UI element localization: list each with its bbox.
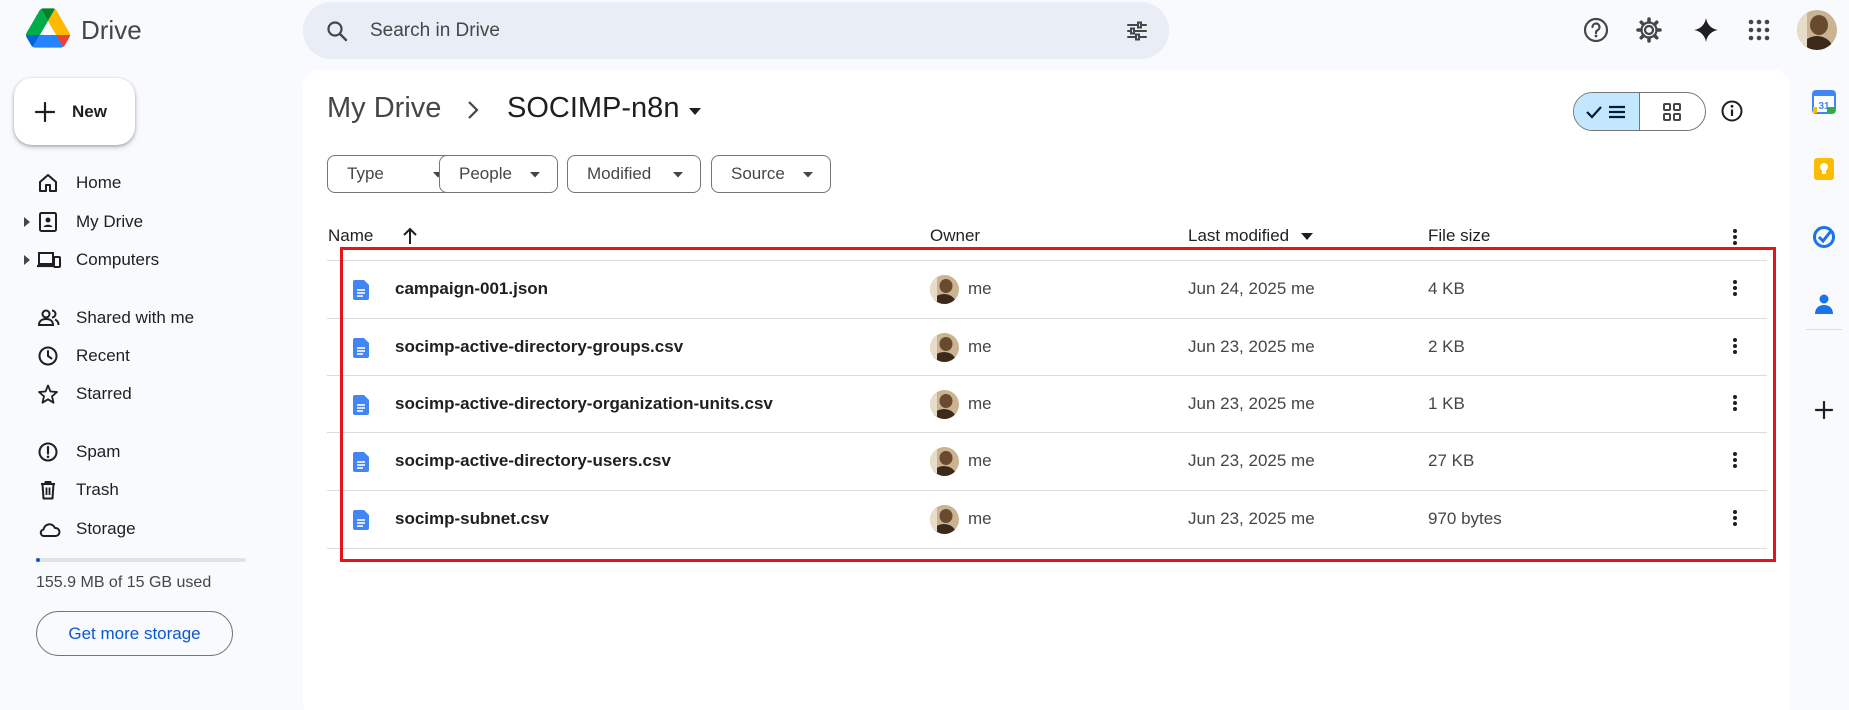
sidebar-item-label: Computers: [76, 250, 160, 269]
help-icon[interactable]: [1578, 12, 1614, 48]
contacts-icon[interactable]: [1812, 292, 1836, 316]
filter-source-chip[interactable]: Source: [711, 155, 831, 193]
search-bar[interactable]: [303, 2, 1169, 59]
sidebar-item-label: My Drive: [76, 212, 144, 231]
breadcrumb-current-folder[interactable]: SOCIMP-n8n: [507, 92, 679, 125]
chip-label: People: [459, 164, 512, 183]
sidebar-item-label: Home: [76, 173, 122, 192]
computers-icon: [37, 249, 61, 271]
storage-usage-text: 155.9 MB of 15 GB used: [36, 574, 212, 591]
column-header-owner[interactable]: Owner: [930, 226, 980, 246]
highlight-box: [340, 247, 1776, 562]
sidebar-item-computers[interactable]: Computers: [0, 242, 290, 278]
get-more-storage-button[interactable]: Get more storage: [36, 611, 233, 656]
tasks-icon[interactable]: [1812, 225, 1836, 249]
grid-icon: [1662, 102, 1682, 122]
settings-gear-icon[interactable]: [1631, 12, 1667, 48]
folder-menu-caret-icon[interactable]: [688, 108, 702, 116]
keep-icon[interactable]: [1812, 157, 1836, 181]
filter-modified-chip[interactable]: Modified: [567, 155, 701, 193]
grid-view-button[interactable]: [1640, 93, 1706, 130]
chip-label: Modified: [587, 164, 652, 183]
filter-people-chip[interactable]: People: [439, 155, 558, 193]
sidebar-item-label: Spam: [76, 442, 121, 461]
gemini-sparkle-icon[interactable]: [1688, 12, 1724, 48]
star-icon: [37, 383, 59, 405]
drive-logo-icon[interactable]: [26, 8, 70, 52]
search-options-icon[interactable]: [1125, 19, 1149, 43]
spam-icon: [37, 441, 59, 463]
home-icon: [37, 172, 59, 194]
storage-usage-fill: [36, 558, 41, 562]
sidebar-item-label: Recent: [76, 346, 130, 365]
account-avatar[interactable]: [1797, 10, 1837, 50]
sidebar-item-label: Trash: [76, 480, 119, 499]
side-panel-divider: [1806, 329, 1842, 330]
sidebar-item-recent[interactable]: Recent: [0, 338, 290, 374]
column-header-name[interactable]: Name: [328, 226, 373, 246]
sidebar-item-starred[interactable]: Starred: [0, 376, 290, 412]
apps-grid-icon[interactable]: [1741, 12, 1777, 48]
sidebar-item-trash[interactable]: Trash: [0, 472, 290, 508]
list-icon: [1607, 104, 1627, 120]
view-toggle[interactable]: [1573, 92, 1706, 131]
column-header-file-size[interactable]: File size: [1428, 226, 1490, 246]
storage-usage-bar: [36, 558, 246, 562]
sidebar-item-shared[interactable]: Shared with me: [0, 300, 290, 336]
new-button[interactable]: New: [14, 78, 135, 145]
dropdown-caret-icon: [673, 172, 683, 178]
sort-caret-down-icon[interactable]: [1301, 233, 1313, 241]
search-icon[interactable]: [325, 19, 349, 43]
expand-caret-icon[interactable]: [24, 217, 30, 227]
dropdown-caret-icon: [530, 172, 540, 178]
sidebar-item-storage[interactable]: Storage: [0, 511, 290, 547]
plus-icon: [34, 101, 56, 123]
breadcrumb-my-drive[interactable]: My Drive: [327, 92, 441, 125]
chip-label: Source: [731, 164, 785, 183]
column-options-more-icon[interactable]: [1731, 227, 1739, 247]
sort-arrow-up-icon[interactable]: [401, 226, 419, 246]
check-icon: [1585, 104, 1603, 120]
chip-label: Type: [347, 164, 384, 183]
add-addon-plus-icon[interactable]: [1812, 398, 1836, 422]
calendar-icon[interactable]: 31: [1812, 90, 1836, 114]
list-view-button[interactable]: [1574, 93, 1640, 130]
new-button-label: New: [72, 101, 107, 121]
expand-caret-icon[interactable]: [24, 255, 30, 265]
dropdown-caret-icon: [803, 172, 813, 178]
column-header-last-modified[interactable]: Last modified: [1188, 226, 1289, 246]
sidebar-item-label: Starred: [76, 384, 132, 403]
sidebar-item-home[interactable]: Home: [0, 165, 290, 201]
sidebar-item-my-drive[interactable]: My Drive: [0, 204, 290, 240]
details-info-icon[interactable]: [1720, 99, 1744, 123]
cloud-icon: [37, 518, 61, 540]
sidebar-item-label: Shared with me: [76, 308, 195, 327]
my-drive-icon: [37, 211, 59, 233]
chevron-right-icon: [466, 98, 480, 122]
app-name: Drive: [81, 15, 142, 45]
trash-icon: [37, 479, 59, 501]
shared-icon: [37, 307, 61, 329]
sidebar-item-label: Storage: [76, 519, 136, 538]
search-input[interactable]: [370, 17, 1070, 45]
clock-icon: [37, 345, 59, 367]
sidebar-item-spam[interactable]: Spam: [0, 434, 290, 470]
